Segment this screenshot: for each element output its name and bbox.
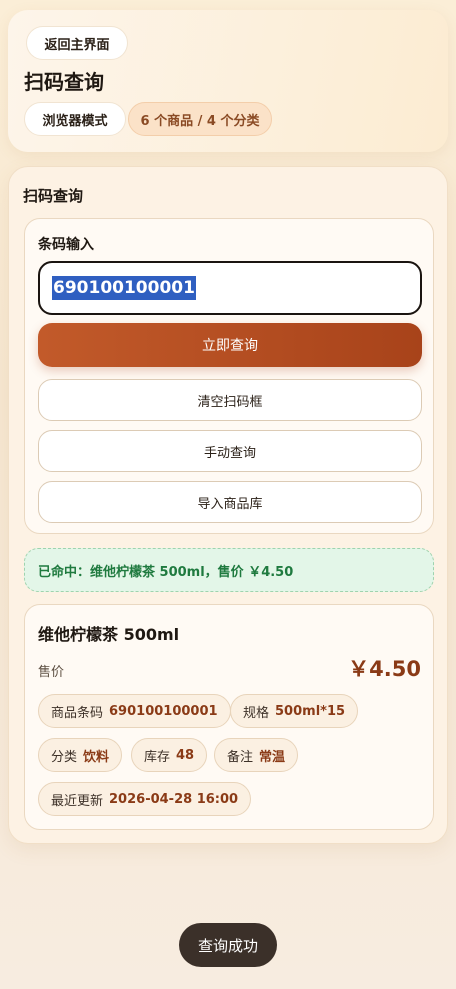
product-count-badge: 6 个商品 / 4 个分类 xyxy=(128,102,272,136)
product-detail-card: 维他柠檬茶 500ml 售价 ￥4.50 商品条码 690100100001 规… xyxy=(24,604,434,830)
chip-label: 分类 xyxy=(51,749,78,765)
chip-stock: 库存 48 xyxy=(131,738,208,772)
barcode-input-card: 条码输入 690100100001 立即查询 清空扫码框 手动查询 导入商品库 xyxy=(24,218,434,534)
chip-label: 规格 xyxy=(243,705,270,721)
chip-category: 分类 饮料 xyxy=(38,738,123,772)
chip-label: 库存 xyxy=(144,749,171,765)
chip-label: 最近更新 xyxy=(51,793,104,809)
import-library-button[interactable]: 导入商品库 xyxy=(38,481,422,523)
chip-label: 商品条码 xyxy=(51,705,104,721)
barcode-input-label: 条码输入 xyxy=(38,237,94,253)
scan-query-panel: 扫码查询 条码输入 690100100001 立即查询 清空扫码框 手动查询 导… xyxy=(8,166,448,844)
product-name: 维他柠檬茶 500ml xyxy=(38,625,180,644)
price-value: ￥4.50 xyxy=(348,657,421,681)
price-label: 售价 xyxy=(38,665,65,680)
header-card: 返回主界面 扫码查询 浏览器模式 6 个商品 / 4 个分类 xyxy=(8,10,448,152)
chip-barcode: 商品条码 690100100001 xyxy=(38,694,231,728)
chip-value: 2026-04-28 16:00 xyxy=(109,791,239,807)
barcode-input[interactable]: 690100100001 xyxy=(38,261,422,315)
chip-note: 备注 常温 xyxy=(214,738,299,772)
chip-label: 备注 xyxy=(227,749,254,765)
page-title: 扫码查询 xyxy=(24,70,104,94)
back-to-main-button[interactable]: 返回主界面 xyxy=(26,26,128,60)
hit-message: 已命中：维他柠檬茶 500ml，售价 ￥4.50 xyxy=(24,548,434,592)
browser-mode-button[interactable]: 浏览器模式 xyxy=(24,102,126,136)
barcode-input-value: 690100100001 xyxy=(52,276,196,300)
chip-value: 48 xyxy=(176,747,195,763)
chip-value: 饮料 xyxy=(83,749,110,765)
chip-spec: 规格 500ml*15 xyxy=(230,694,359,728)
clear-scan-button[interactable]: 清空扫码框 xyxy=(38,379,422,421)
query-now-button[interactable]: 立即查询 xyxy=(38,323,422,367)
chip-value: 690100100001 xyxy=(109,703,218,719)
chip-updated: 最近更新 2026-04-28 16:00 xyxy=(38,782,252,816)
toast-message: 查询成功 xyxy=(179,923,277,967)
manual-query-button[interactable]: 手动查询 xyxy=(38,430,422,472)
section-title: 扫码查询 xyxy=(23,187,84,205)
chip-value: 500ml*15 xyxy=(275,703,346,719)
chip-value: 常温 xyxy=(259,749,286,765)
